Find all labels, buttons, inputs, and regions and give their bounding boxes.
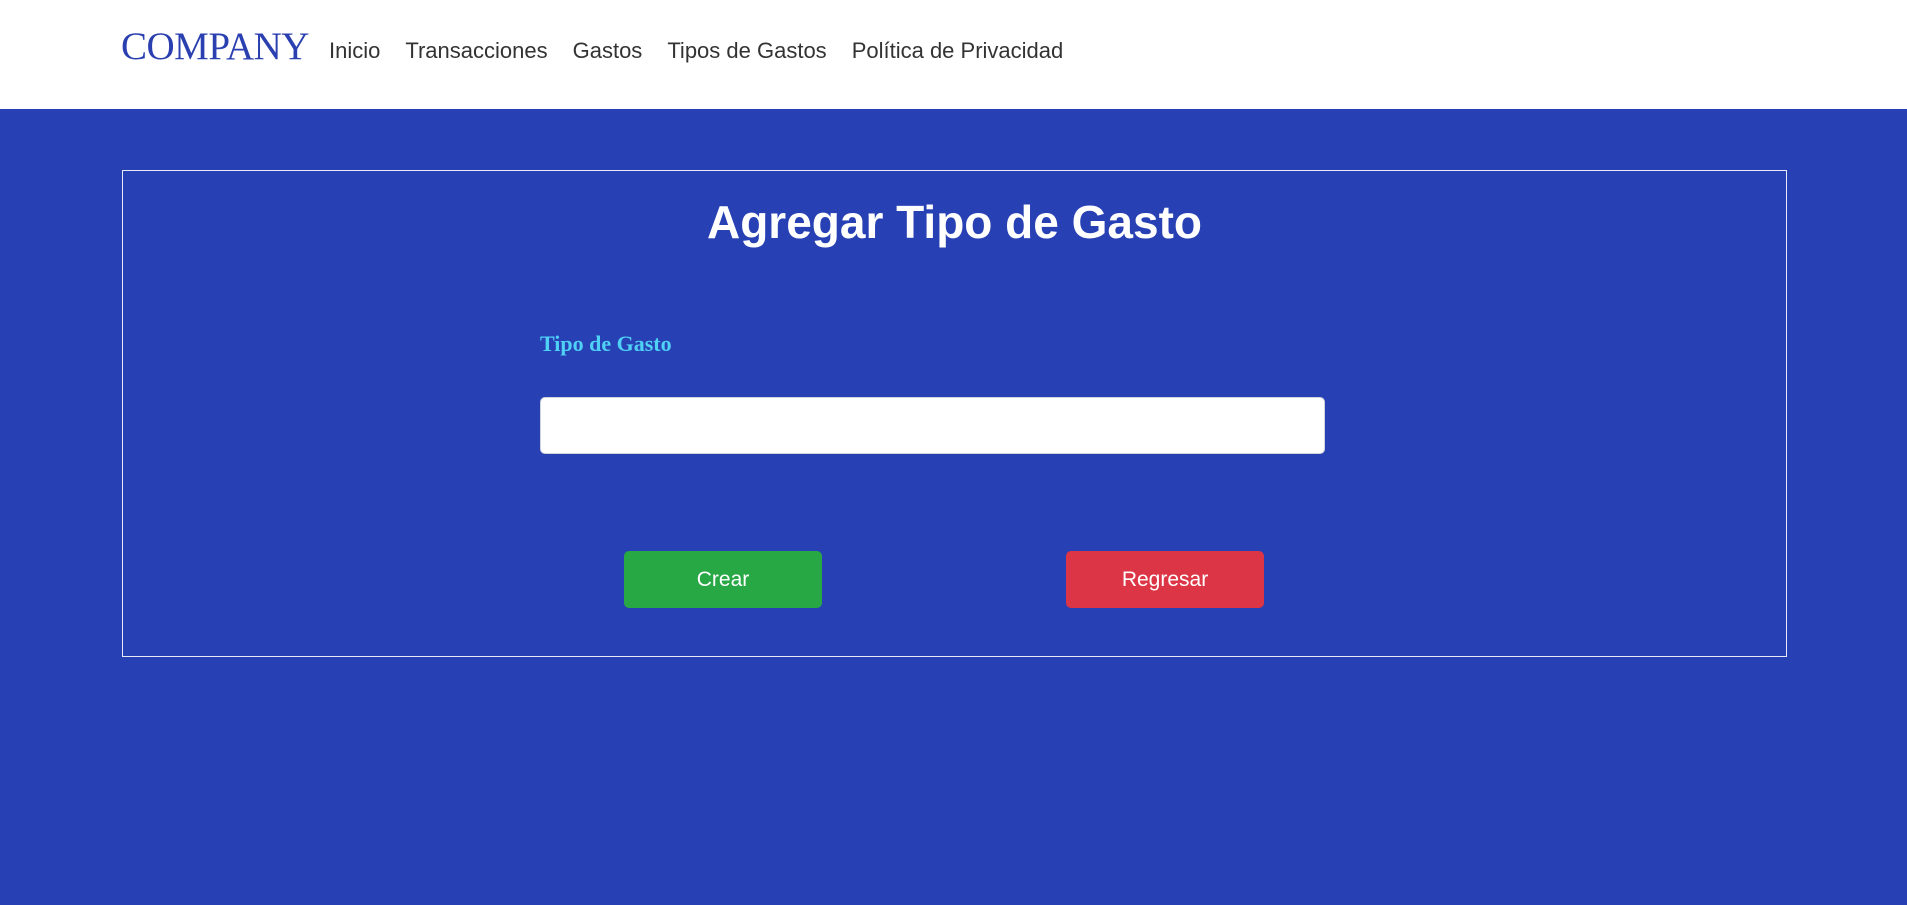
nav-link-transacciones[interactable]: Transacciones bbox=[405, 38, 547, 64]
navbar: COMPANY Inicio Transacciones Gastos Tipo… bbox=[0, 0, 1907, 109]
brand-logo[interactable]: COMPANY bbox=[121, 24, 309, 69]
form-card: Agregar Tipo de Gasto Tipo de Gasto Crea… bbox=[122, 170, 1787, 657]
tipo-de-gasto-label: Tipo de Gasto bbox=[540, 331, 672, 356]
nav-link-politica-de-privacidad[interactable]: Política de Privacidad bbox=[852, 38, 1064, 64]
nav-link-tipos-de-gastos[interactable]: Tipos de Gastos bbox=[667, 38, 826, 64]
create-button[interactable]: Crear bbox=[624, 551, 822, 608]
nav-links: Inicio Transacciones Gastos Tipos de Gas… bbox=[329, 38, 1063, 64]
tipo-de-gasto-input[interactable] bbox=[540, 397, 1325, 454]
nav-link-gastos[interactable]: Gastos bbox=[573, 38, 643, 64]
nav-link-inicio[interactable]: Inicio bbox=[329, 38, 380, 64]
page-title: Agregar Tipo de Gasto bbox=[706, 196, 1203, 248]
back-button[interactable]: Regresar bbox=[1066, 551, 1264, 608]
